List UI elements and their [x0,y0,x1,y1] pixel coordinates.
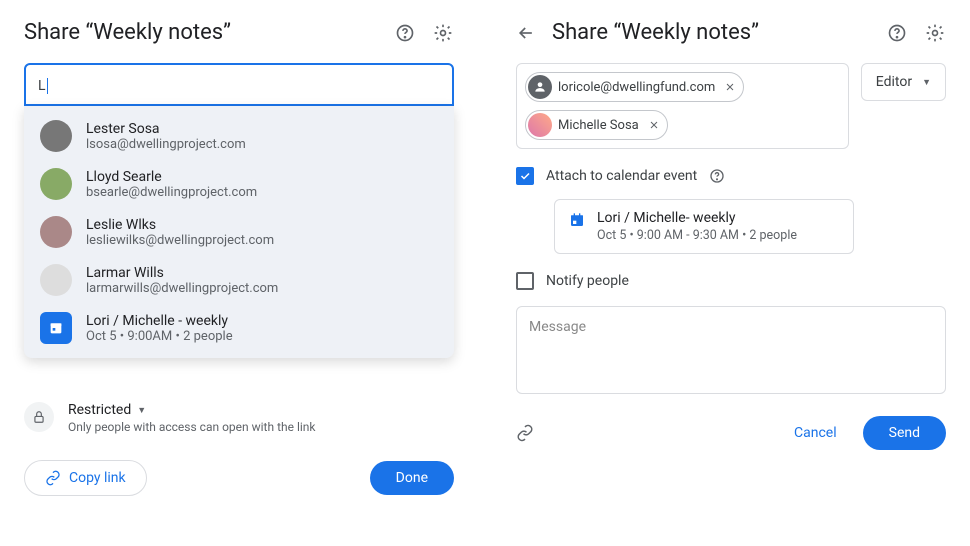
lock-icon [24,402,54,432]
avatar [40,168,72,200]
avatar [40,264,72,296]
notify-row: Notify people [516,272,946,290]
text-cursor [47,78,48,94]
message-textarea[interactable]: Message [516,306,946,394]
chip-label: loricole@dwellingfund.com [558,80,715,95]
done-button[interactable]: Done [370,461,454,495]
remove-chip-icon[interactable] [645,116,663,134]
notify-label: Notify people [546,273,629,289]
event-detail: Oct 5 • 9:00 AM - 9:30 AM • 2 people [597,228,797,243]
copy-link-button[interactable]: Copy link [24,460,147,496]
autocomplete-item-text: Leslie Wlkslesliewilks@dwellingproject.c… [86,217,274,248]
send-label: Send [889,425,920,441]
autocomplete-item-person[interactable]: Leslie Wlkslesliewilks@dwellingproject.c… [24,208,454,256]
suggestion-detail: larmarwills@dwellingproject.com [86,281,278,296]
autocomplete-item-text: Larmar Willslarmarwills@dwellingproject.… [86,265,278,296]
calendar-icon [40,312,72,344]
avatar [528,113,552,137]
suggestion-detail: Oct 5 • 9:00AM • 2 people [86,329,233,344]
search-input-value: L [38,78,46,94]
attach-event-checkbox[interactable] [516,167,534,185]
suggestion-detail: lesliewilks@dwellingproject.com [86,233,274,248]
suggestion-name: Larmar Wills [86,265,278,281]
dialog-footer: Cancel Send [516,416,946,450]
recipients-input[interactable]: loricole@dwellingfund.com Michelle Sosa [516,63,849,149]
role-dropdown[interactable]: Editor ▼ [861,63,946,101]
autocomplete-dropdown: Lester Sosalsosa@dwellingproject.com Lloy… [24,106,454,358]
dialog-title: Share “Weekly notes” [552,20,870,45]
gear-icon[interactable] [432,22,454,44]
autocomplete-item-event[interactable]: Lori / Michelle - weeklyOct 5 • 9:00AM •… [24,304,454,352]
general-access-row: Restricted ▼ Only people with access can… [24,402,454,434]
dialog-footer: Copy link Done [24,460,454,496]
suggestion-name: Lester Sosa [86,121,246,137]
dialog-title: Share “Weekly notes” [24,20,378,45]
help-icon[interactable] [394,22,416,44]
event-text: Lori / Michelle- weekly Oct 5 • 9:00 AM … [597,210,797,243]
help-icon[interactable] [709,168,725,184]
people-search-wrap: L Lester Sosalsosa@dwellingproject.com Ll… [24,63,454,358]
people-search-input[interactable]: L [24,63,454,106]
link-icon [45,470,61,486]
cancel-label: Cancel [794,425,837,441]
avatar [40,120,72,152]
cancel-button[interactable]: Cancel [774,416,857,450]
autocomplete-item-text: Lester Sosalsosa@dwellingproject.com [86,121,246,152]
suggestion-detail: lsosa@dwellingproject.com [86,137,246,152]
dialog-header: Share “Weekly notes” [516,20,946,45]
chip-label: Michelle Sosa [558,118,639,133]
calendar-icon [569,212,585,228]
send-button[interactable]: Send [863,416,946,450]
autocomplete-item-text: Lori / Michelle - weeklyOct 5 • 9:00AM •… [86,313,233,344]
back-arrow-icon[interactable] [516,23,536,43]
share-dialog-autocomplete: Share “Weekly notes” L Lester Sosalsosa@… [0,0,488,546]
autocomplete-item-text: Lloyd Searlebsearle@dwellingproject.com [86,169,257,200]
general-access-text: Restricted ▼ Only people with access can… [68,402,316,434]
avatar [40,216,72,248]
calendar-event-card[interactable]: Lori / Michelle- weekly Oct 5 • 9:00 AM … [554,199,854,254]
attach-event-label: Attach to calendar event [546,168,697,184]
suggestion-detail: bsearle@dwellingproject.com [86,185,257,200]
suggestion-name: Leslie Wlks [86,217,274,233]
autocomplete-item-person[interactable]: Lloyd Searlebsearle@dwellingproject.com [24,160,454,208]
share-dialog-compose: Share “Weekly notes” loricole@dwellingfu… [488,0,970,546]
caret-down-icon: ▼ [137,405,146,416]
autocomplete-item-person[interactable]: Lester Sosalsosa@dwellingproject.com [24,112,454,160]
link-icon[interactable] [516,424,534,442]
suggestion-name: Lloyd Searle [86,169,257,185]
copy-link-label: Copy link [69,470,126,486]
message-placeholder: Message [529,319,586,335]
recipients-row: loricole@dwellingfund.com Michelle Sosa E… [516,63,946,149]
help-icon[interactable] [886,22,908,44]
dialog-header: Share “Weekly notes” [24,20,454,45]
remove-chip-icon[interactable] [721,78,739,96]
attach-event-row: Attach to calendar event [516,167,946,185]
done-label: Done [396,470,428,486]
gear-icon[interactable] [924,22,946,44]
recipient-chip[interactable]: Michelle Sosa [525,110,668,140]
notify-checkbox[interactable] [516,272,534,290]
suggestion-name: Lori / Michelle - weekly [86,313,233,329]
autocomplete-item-person[interactable]: Larmar Willslarmarwills@dwellingproject.… [24,256,454,304]
event-title: Lori / Michelle- weekly [597,210,797,226]
access-level-dropdown[interactable]: Restricted ▼ [68,402,316,418]
role-label: Editor [876,74,912,90]
caret-down-icon: ▼ [922,77,931,88]
access-level-label: Restricted [68,402,131,418]
avatar [528,75,552,99]
access-level-description: Only people with access can open with th… [68,420,316,434]
recipient-chip[interactable]: loricole@dwellingfund.com [525,72,744,102]
